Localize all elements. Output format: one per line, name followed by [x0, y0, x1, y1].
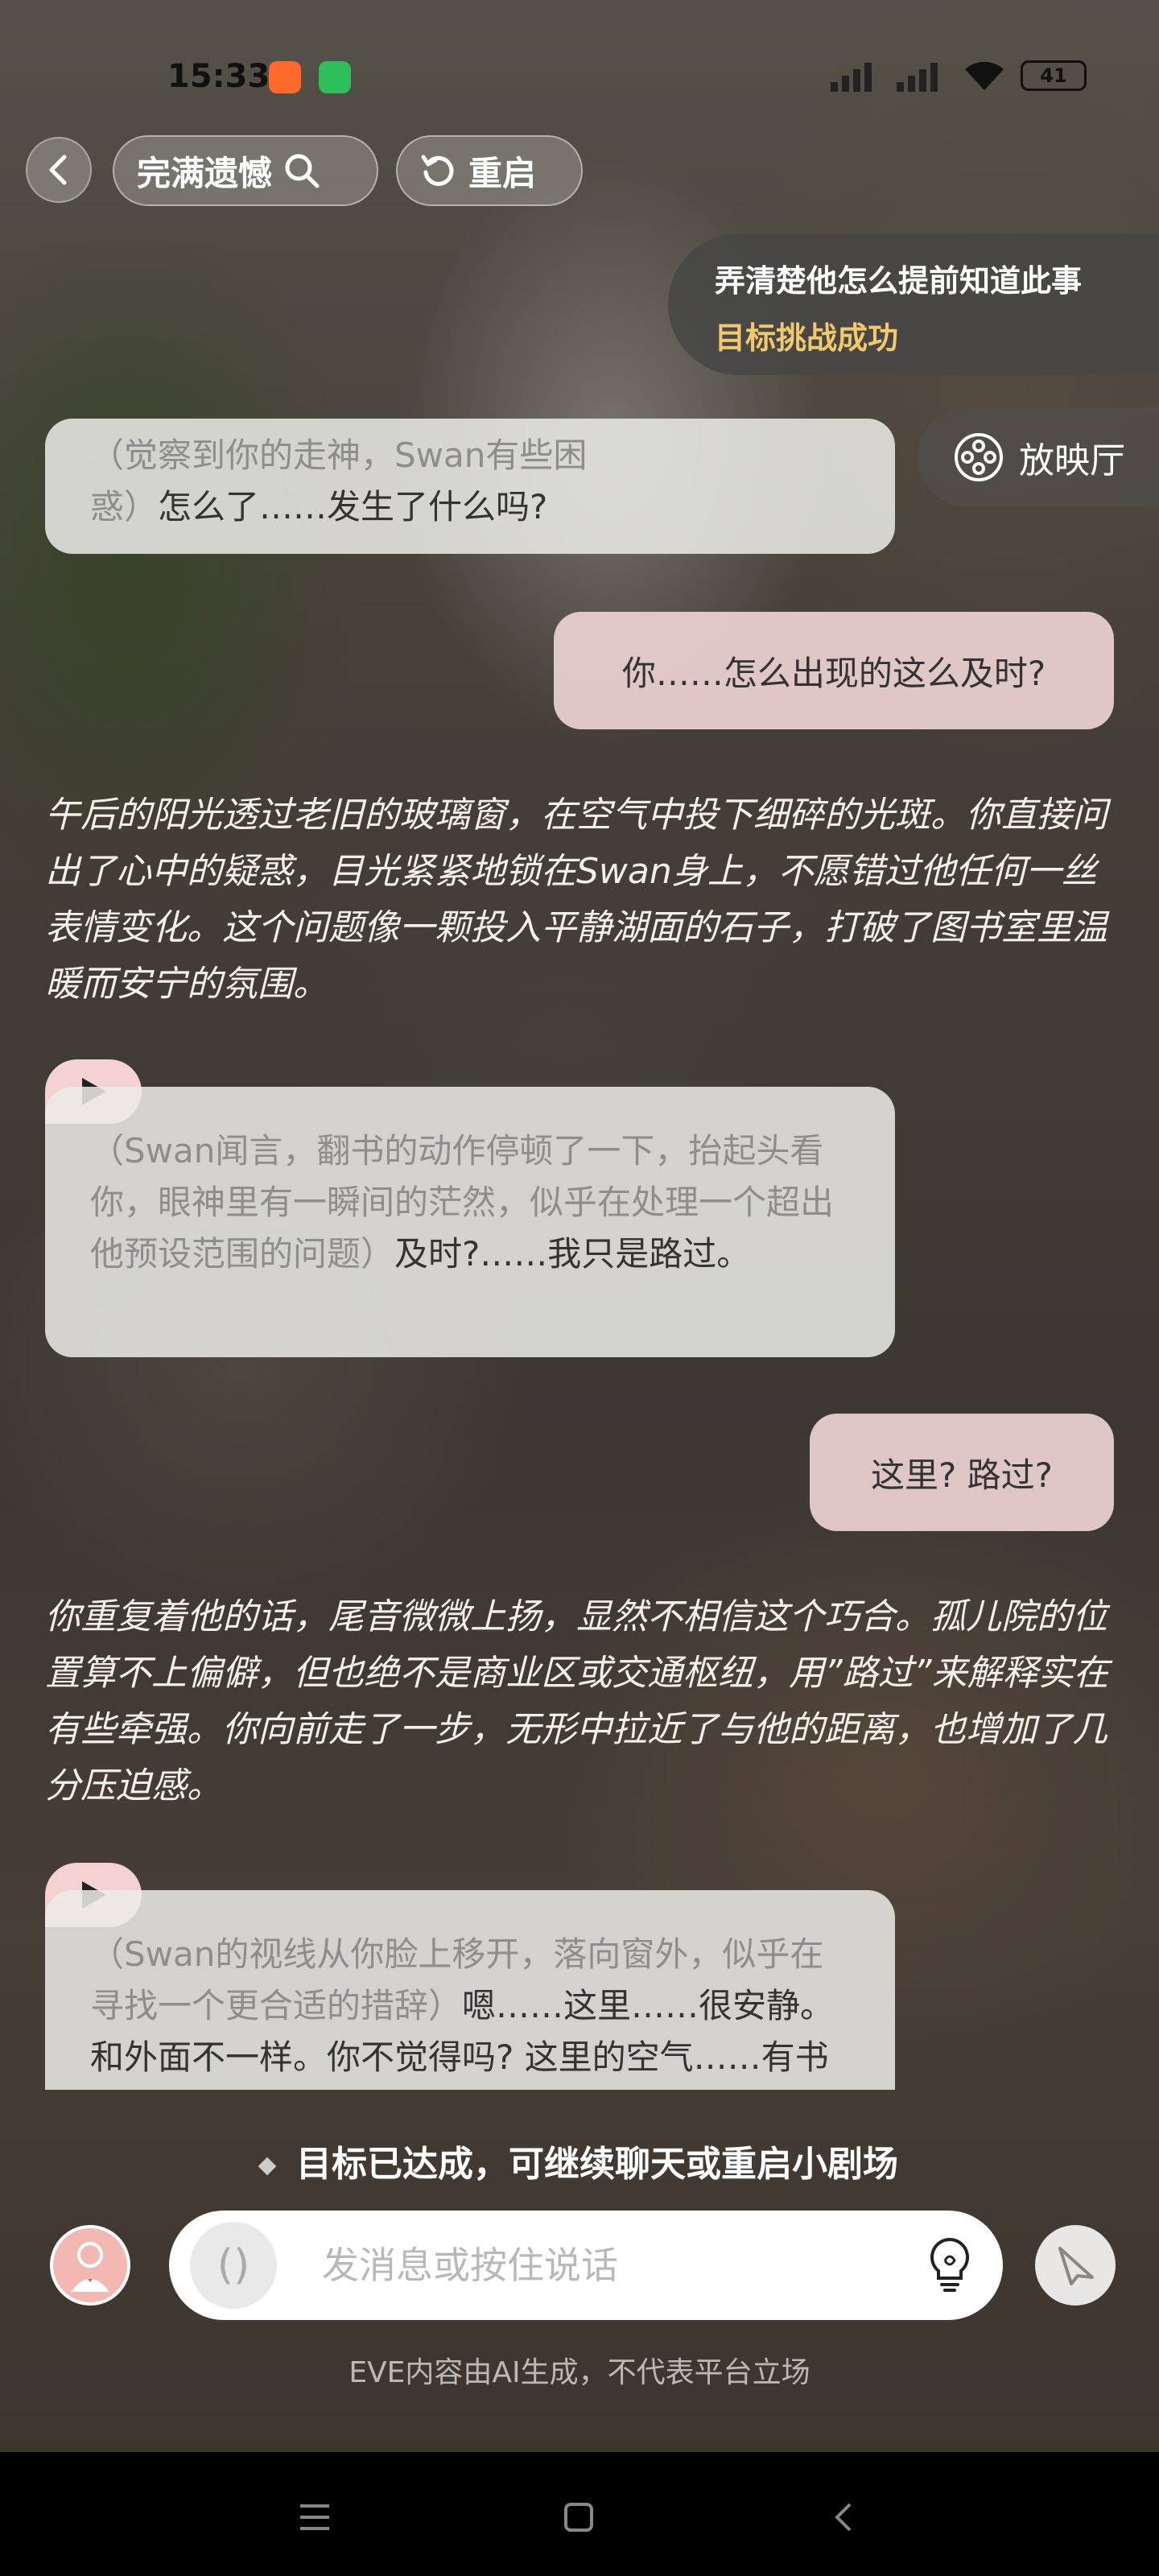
film-reel-icon — [955, 433, 1003, 481]
user-message[interactable]: 你……怎么出现的这么及时? — [554, 612, 1114, 729]
send-icon — [1058, 2247, 1094, 2285]
ai-message[interactable]: （觉察到你的走神，Swan有些困惑）怎么了……发生了什么吗? — [45, 419, 895, 554]
user-message-text: 这里? 路过? — [871, 1455, 1053, 1495]
restart-icon — [421, 155, 454, 186]
system-nav-bar — [0, 2452, 1159, 2576]
restart-button[interactable]: 重启 — [396, 135, 583, 206]
restart-label: 重启 — [468, 153, 537, 193]
goal-banner: 弄清楚他怎么提前知道此事 目标挑战成功 — [668, 233, 1159, 375]
person-icon — [71, 2242, 109, 2292]
status-bar: 15:33 41 — [0, 48, 1159, 105]
mi-app-icon — [269, 61, 301, 93]
ai-speech-text: 及时?……我只是路过。 — [394, 1234, 751, 1274]
send-button[interactable] — [1035, 2225, 1116, 2306]
user-message-text: 你……怎么出现的这么及时? — [621, 653, 1046, 693]
goal-complete-text: 目标已达成，可继续聊天或重启小剧场 — [296, 2144, 898, 2185]
ai-disclaimer: EVE内容由AI生成，不代表平台立场 — [349, 2356, 810, 2389]
scene-title-chip[interactable]: 完满遗憾 — [113, 135, 378, 206]
cinema-label: 放映厅 — [1019, 440, 1125, 481]
status-indicators: 41 — [831, 60, 1087, 92]
back-triangle-icon — [835, 2503, 852, 2532]
security-app-icon — [319, 61, 351, 93]
back-nav-button[interactable] — [815, 2489, 871, 2545]
lightbulb-icon — [930, 2237, 970, 2292]
ai-speech-text: 怎么了……发生了什么吗? — [158, 487, 548, 526]
voice-icon: () — [217, 2241, 250, 2289]
message-input-bar: () — [169, 2211, 1003, 2320]
ai-message[interactable]: （Swan闻言，翻书的动作停顿了一下，抬起头看你，眼神里有一瞬间的茫然，似乎在处… — [45, 1087, 895, 1357]
scene-title: 完满遗憾 — [137, 153, 273, 193]
menu-icon — [300, 2504, 329, 2530]
menu-nav-button[interactable] — [287, 2489, 343, 2545]
status-time: 15:33 — [167, 58, 270, 95]
message-input[interactable] — [322, 2244, 918, 2287]
wifi-icon — [965, 61, 1004, 90]
voice-toggle-button[interactable]: () — [190, 2222, 277, 2309]
search-icon — [285, 154, 320, 188]
chevron-left-icon — [49, 155, 67, 185]
user-avatar[interactable] — [50, 2225, 130, 2306]
home-square-icon — [564, 2503, 593, 2532]
signal-icon — [897, 60, 948, 92]
signal-icon — [831, 60, 882, 92]
hint-button[interactable] — [918, 2233, 982, 2297]
home-nav-button[interactable] — [551, 2489, 607, 2545]
narration-text: 你重复着他的话，尾音微微上扬，显然不相信这个巧合。孤儿院的位置算不上偏僻，但也绝… — [45, 1596, 1109, 1806]
ai-message[interactable]: （Swan的视线从你脸上移开，落向窗外，似乎在寻找一个更合适的措辞）嗯……这里…… — [45, 1890, 895, 2090]
goal-text: 弄清楚他怎么提前知道此事 — [715, 263, 1083, 299]
goal-complete-notice: 目标已达成，可继续聊天或重启小剧场 — [0, 2135, 1159, 2186]
cinema-button[interactable]: 放映厅 — [918, 407, 1159, 507]
user-message[interactable]: 这里? 路过? — [810, 1414, 1114, 1531]
narration-text: 午后的阳光透过老旧的玻璃窗，在空气中投下细碎的光斑。你直接问出了心中的疑惑，目光… — [45, 795, 1107, 1005]
battery-icon: 41 — [1021, 60, 1087, 91]
back-button[interactable] — [26, 137, 92, 203]
goal-result: 目标挑战成功 — [715, 320, 899, 356]
diamond-icon — [258, 2157, 277, 2176]
